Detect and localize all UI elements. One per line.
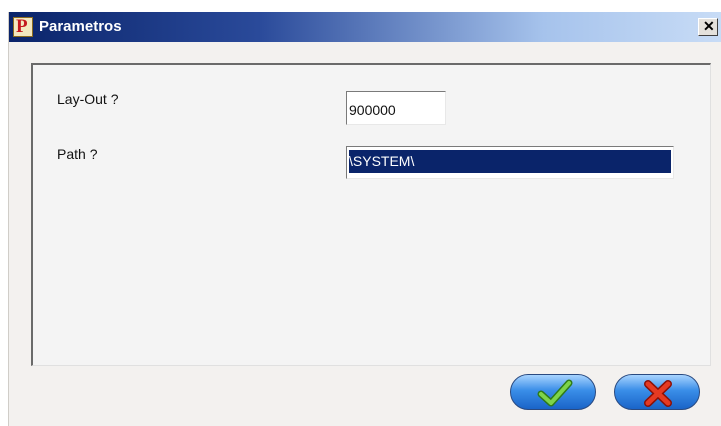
path-input-selected-text: \SYSTEM\ [349,150,671,173]
layout-input[interactable]: 900000 [346,91,446,125]
path-input[interactable]: \SYSTEM\ [346,146,674,179]
window-title: Parametros [39,18,122,35]
title-bar[interactable]: P Parametros ✕ [9,12,721,42]
app-logo-icon: P [13,16,33,37]
cancel-button[interactable] [614,374,700,410]
path-label: Path ? [57,146,98,162]
checkmark-icon [537,379,573,407]
x-icon [644,380,672,407]
parametros-dialog: P Parametros ✕ Lay-Out ? 900000 Path ? \… [8,12,721,426]
layout-label: Lay-Out ? [57,91,119,107]
close-button[interactable]: ✕ [698,18,718,36]
close-icon: ✕ [703,18,715,34]
parameters-panel: Lay-Out ? 900000 Path ? \SYSTEM\ [31,63,711,366]
ok-button[interactable] [510,374,596,410]
